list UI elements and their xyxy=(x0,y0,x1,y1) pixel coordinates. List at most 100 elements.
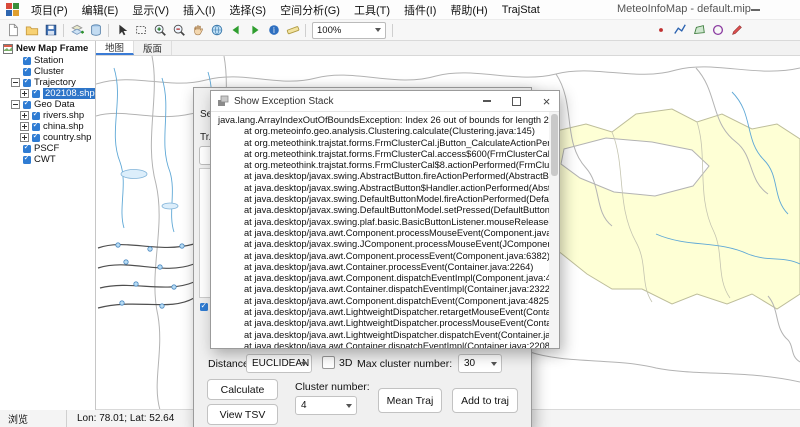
legend-item-rivers-shp[interactable]: rivers.shp xyxy=(0,110,95,121)
tab-map[interactable]: 地图 xyxy=(96,40,134,55)
menu-trajstat[interactable]: TrajStat xyxy=(495,2,547,18)
dialog-minimize-button[interactable] xyxy=(474,91,499,111)
menu-view[interactable]: 显示(V) xyxy=(125,0,176,20)
vertical-scrollbar[interactable] xyxy=(549,112,559,348)
menu-project[interactable]: 项目(P) xyxy=(24,0,75,20)
checkbox-unchecked-icon xyxy=(322,356,335,369)
select-button[interactable] xyxy=(112,22,131,39)
save-button[interactable] xyxy=(41,22,60,39)
max-cluster-combobox[interactable]: 30 xyxy=(458,354,502,373)
chevron-down-icon xyxy=(491,362,497,366)
info-icon: i xyxy=(267,23,281,37)
layer-checkbox[interactable] xyxy=(23,68,31,76)
threed-checkbox[interactable]: 3D xyxy=(322,356,352,369)
legend-root-map-frame[interactable]: New Map Frame xyxy=(0,42,95,55)
collapse-toggle-icon[interactable] xyxy=(11,100,20,109)
window-minimize-button[interactable] xyxy=(751,9,760,11)
open-file-button[interactable] xyxy=(22,22,41,39)
draw-point-button[interactable] xyxy=(651,22,670,39)
layer-checkbox[interactable] xyxy=(23,145,31,153)
cluster-number-combobox[interactable]: 4 xyxy=(295,396,357,415)
expand-toggle-icon[interactable] xyxy=(20,111,29,120)
zoom-in-button[interactable] xyxy=(150,22,169,39)
collapse-toggle-icon[interactable] xyxy=(11,78,20,87)
legend-item-china-shp[interactable]: china.shp xyxy=(0,121,95,132)
stack-trace-line: java.lang.ArrayIndexOutOfBoundsException… xyxy=(218,115,547,126)
zoom-level-combobox[interactable]: 100% xyxy=(312,22,386,39)
dialog-maximize-button[interactable] xyxy=(504,91,529,111)
circle-icon xyxy=(711,23,725,37)
lake-shapes xyxy=(121,170,178,210)
select-by-rectangle-button[interactable] xyxy=(131,22,150,39)
cluster-number-label: Cluster number: xyxy=(295,381,370,393)
status-coordinates: Lon: 78.01; Lat: 52.64 xyxy=(67,413,184,424)
expand-toggle-icon[interactable] xyxy=(20,122,29,131)
layer-checkbox[interactable] xyxy=(23,101,31,109)
dialog-title-bar[interactable]: Show Exception Stack × xyxy=(211,91,559,112)
edit-pen-button[interactable] xyxy=(727,22,746,39)
full-extent-button[interactable] xyxy=(207,22,226,39)
stack-trace-area[interactable]: java.lang.ArrayIndexOutOfBoundsException… xyxy=(211,112,559,348)
identify-button[interactable]: i xyxy=(264,22,283,39)
layer-checkbox[interactable] xyxy=(23,79,31,87)
layer-checkbox[interactable] xyxy=(32,90,40,98)
menu-tools[interactable]: 工具(T) xyxy=(347,0,397,20)
menu-edit[interactable]: 编辑(E) xyxy=(75,0,126,20)
layer-checkbox[interactable] xyxy=(23,156,31,164)
menu-insert[interactable]: 插入(I) xyxy=(176,0,222,20)
add-layer-button[interactable] xyxy=(67,22,86,39)
toolbar: i 100% xyxy=(0,19,800,41)
legend-item-country-shp[interactable]: country.shp xyxy=(0,132,95,143)
draw-polygon-button[interactable] xyxy=(689,22,708,39)
legend-item-cluster[interactable]: Cluster xyxy=(0,66,95,77)
add-to-traj-button[interactable]: Add to traj xyxy=(452,388,518,413)
legend-item-geo-data[interactable]: Geo Data xyxy=(0,99,95,110)
layer-label: PSCF xyxy=(34,143,59,154)
draw-polyline-button[interactable] xyxy=(670,22,689,39)
new-project-button[interactable] xyxy=(3,22,22,39)
expand-toggle-icon[interactable] xyxy=(20,133,29,142)
dialog-close-button[interactable]: × xyxy=(534,91,559,111)
tab-layout[interactable]: 版面 xyxy=(134,40,172,55)
legend-item-202108-shp[interactable]: 202108.shp xyxy=(0,88,95,99)
calculate-button[interactable]: Calculate xyxy=(207,379,278,400)
legend-item-station[interactable]: Station xyxy=(0,55,95,66)
legend-item-cwt[interactable]: CWT xyxy=(0,154,95,165)
menu-plugins[interactable]: 插件(I) xyxy=(397,0,443,20)
stack-trace-line: at java.desktop/java.awt.LightweightDisp… xyxy=(218,318,547,329)
layer-checkbox[interactable] xyxy=(32,134,40,142)
layer-checkbox[interactable] xyxy=(32,123,40,131)
measure-button[interactable] xyxy=(283,22,302,39)
view-tsv-button[interactable]: View TSV xyxy=(207,404,278,425)
mean-traj-button[interactable]: Mean Traj xyxy=(378,388,442,413)
zoom-out-icon xyxy=(172,23,186,37)
trajectory-point-markers xyxy=(116,243,184,308)
status-mode-label: 浏览 xyxy=(0,410,67,427)
stack-trace-line: at java.desktop/java.awt.Component.proce… xyxy=(218,251,547,262)
scrollbar-thumb[interactable] xyxy=(551,114,558,176)
pan-button[interactable] xyxy=(188,22,207,39)
legend-item-pscf[interactable]: PSCF xyxy=(0,143,95,154)
point-icon xyxy=(654,23,668,37)
legend-item-trajectory[interactable]: Trajectory xyxy=(0,77,95,88)
stack-trace-line: at java.desktop/javax.swing.AbstractButt… xyxy=(218,171,547,182)
clipped-checkbox[interactable] xyxy=(200,303,208,311)
save-icon xyxy=(44,23,58,37)
zoom-next-button[interactable] xyxy=(245,22,264,39)
stack-trace-line: at java.desktop/javax.swing.DefaultButto… xyxy=(218,194,547,205)
stack-trace-line: at java.desktop/java.awt.Component.proce… xyxy=(218,228,547,239)
stack-trace-line: at org.meteothink.trajstat.forms.FrmClus… xyxy=(218,138,547,149)
layer-checkbox[interactable] xyxy=(32,112,40,120)
distance-combobox[interactable]: EUCLIDEAN xyxy=(246,354,312,373)
zoom-out-button[interactable] xyxy=(169,22,188,39)
layer-label: rivers.shp xyxy=(43,110,84,121)
layer-checkbox[interactable] xyxy=(23,57,31,65)
zoom-previous-button[interactable] xyxy=(226,22,245,39)
add-data-button[interactable] xyxy=(86,22,105,39)
menu-selection[interactable]: 选择(S) xyxy=(222,0,273,20)
menu-help[interactable]: 帮助(H) xyxy=(443,0,494,20)
expand-toggle-icon[interactable] xyxy=(20,89,29,98)
exception-stack-dialog: Show Exception Stack × java.lang.ArrayIn… xyxy=(210,90,560,349)
draw-circle-button[interactable] xyxy=(708,22,727,39)
menu-spatial-analysis[interactable]: 空间分析(G) xyxy=(273,0,347,20)
